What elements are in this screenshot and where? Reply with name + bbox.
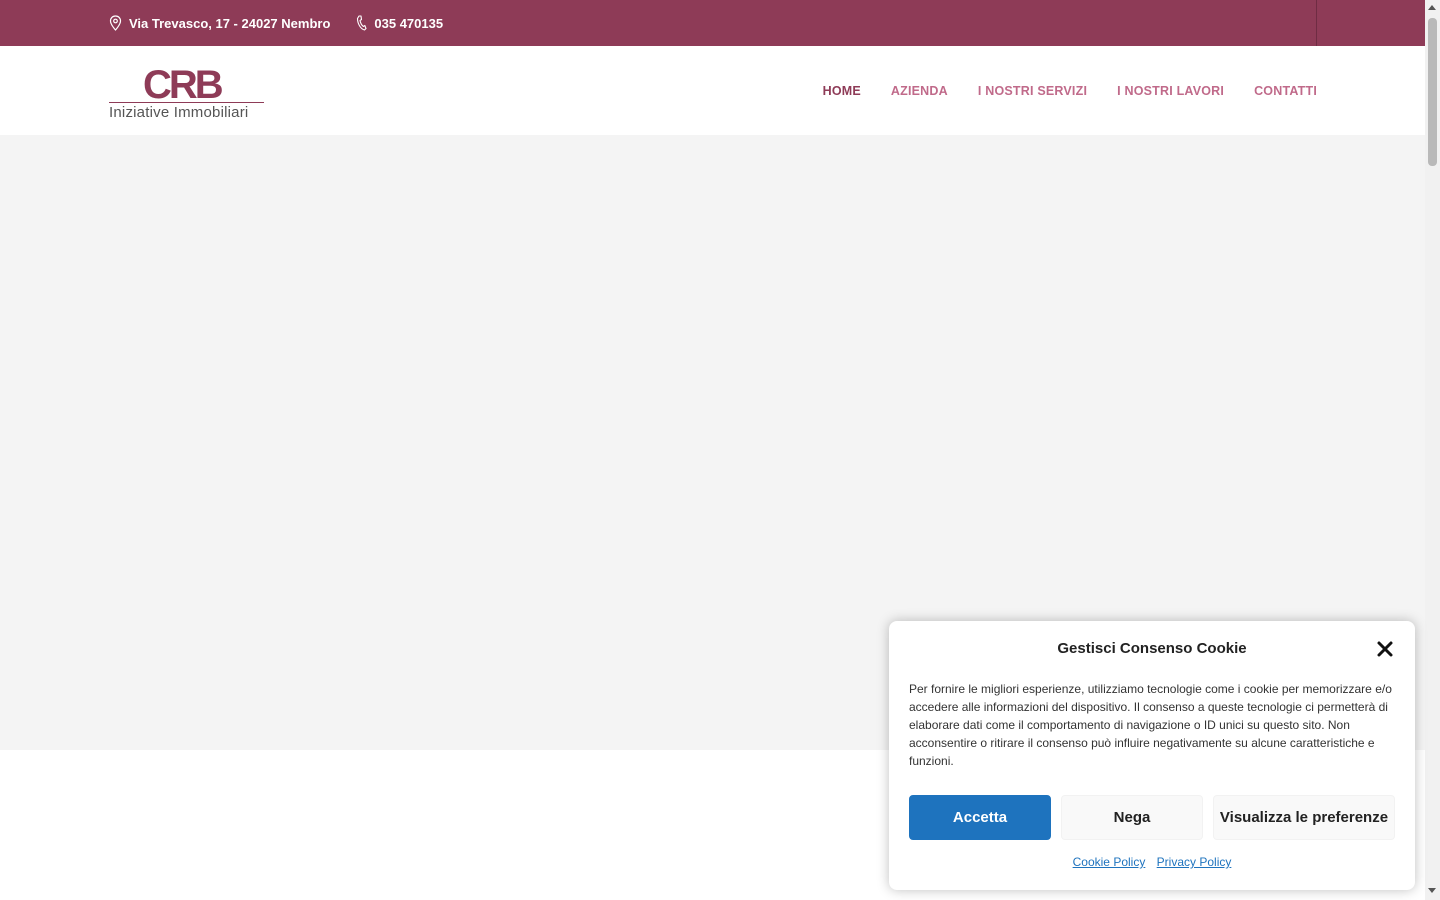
nav-item-home[interactable]: HOME [823,84,861,98]
nav-item-contatti[interactable]: CONTATTI [1254,84,1317,98]
top-bar: Via Trevasco, 17 - 24027 Nembro 035 4701… [0,0,1425,46]
site-logo[interactable]: CRB Iniziative Immobiliari [109,64,269,124]
phone-item[interactable]: 035 470135 [356,15,443,31]
address-item: Via Trevasco, 17 - 24027 Nembro [109,15,330,31]
scroll-down-arrow-icon[interactable] [1428,888,1436,893]
site-header: CRB Iniziative Immobiliari HOME AZIENDA … [0,46,1425,135]
map-pin-icon [109,15,122,31]
accept-button[interactable]: Accetta [909,795,1051,840]
nav-item-azienda[interactable]: AZIENDA [891,84,948,98]
phone-text[interactable]: 035 470135 [374,16,443,31]
cookie-policy-link[interactable]: Cookie Policy [1073,855,1146,869]
main-nav: HOME AZIENDA I NOSTRI SERVIZI I NOSTRI L… [793,46,1317,135]
privacy-policy-link[interactable]: Privacy Policy [1157,855,1232,869]
deny-button[interactable]: Nega [1061,795,1203,840]
nav-item-servizi[interactable]: I NOSTRI SERVIZI [978,84,1087,98]
logo-underline [109,102,264,103]
cookie-dialog-title: Gestisci Consenso Cookie [1057,640,1247,657]
address-text: Via Trevasco, 17 - 24027 Nembro [129,15,331,31]
scroll-up-arrow-icon[interactable] [1428,5,1436,10]
cookie-policy-links: Cookie Policy Privacy Policy [889,855,1415,869]
nav-item-lavori[interactable]: I NOSTRI LAVORI [1117,84,1224,98]
view-preferences-button[interactable]: Visualizza le preferenze [1213,795,1395,840]
scroll-thumb[interactable] [1428,18,1437,166]
cookie-consent-dialog: Gestisci Consenso Cookie Per fornire le … [889,621,1415,890]
page-scrollbar[interactable] [1425,0,1440,900]
top-bar-contacts: Via Trevasco, 17 - 24027 Nembro 035 4701… [109,0,469,46]
cookie-dialog-text: Per fornire le migliori esperienze, util… [909,682,1392,768]
logo-subtitle: Iniziative Immobiliari [109,104,249,121]
top-bar-divider [1316,0,1317,46]
close-icon[interactable] [1376,640,1394,658]
crb-logo-mark: CRB [143,64,226,102]
svg-text:CRB: CRB [143,64,223,102]
phone-icon [357,15,367,31]
